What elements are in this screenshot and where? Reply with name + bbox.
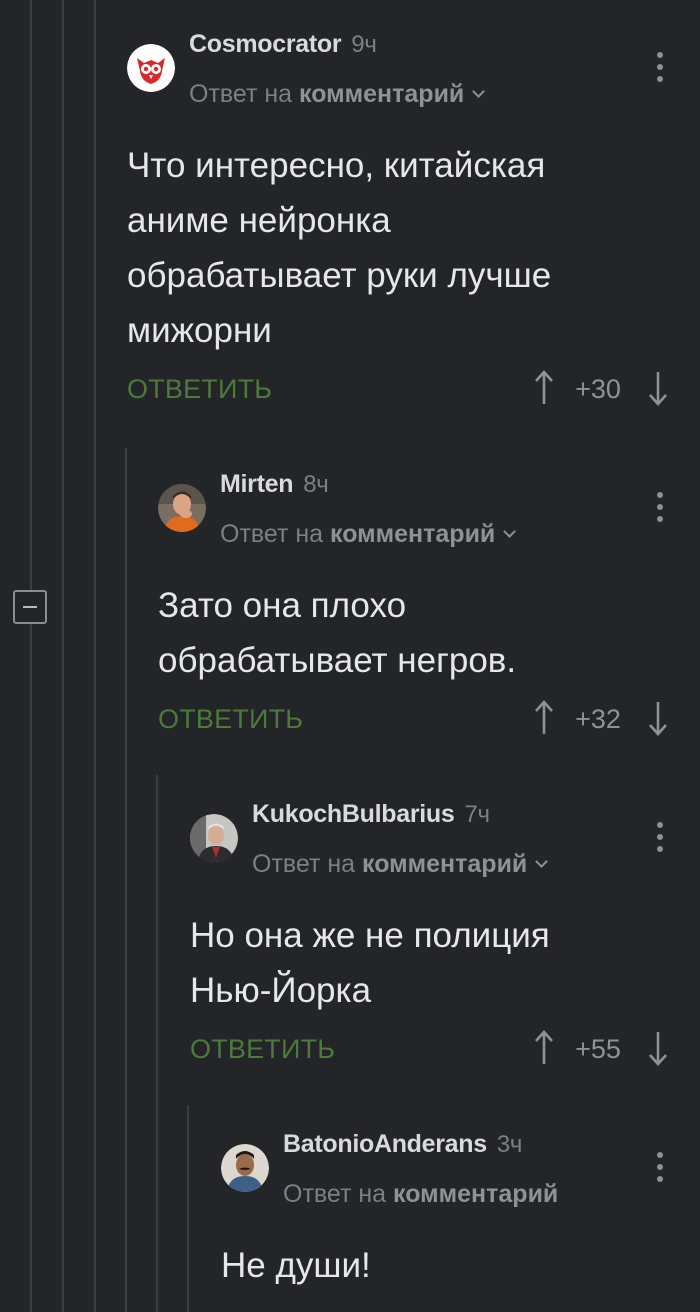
comment-time: 8ч (303, 471, 329, 498)
downvote-icon[interactable] (648, 1030, 668, 1066)
upvote-icon[interactable] (534, 370, 554, 406)
comment-thread: Cosmocrator 9ч Ответ на комментарий Что и… (0, 0, 700, 1312)
upvote-icon[interactable] (534, 700, 554, 736)
author-name[interactable]: KukochBulbarius 7ч (252, 800, 490, 829)
reply-to-link[interactable]: Ответ на комментарий (220, 520, 517, 549)
avatar[interactable] (127, 44, 175, 92)
thread-line (62, 0, 64, 1312)
reply-button[interactable]: ОТВЕТИТЬ (190, 1034, 335, 1065)
vote-controls: +32 (534, 700, 674, 740)
thread-line (187, 1105, 189, 1312)
author-label[interactable]: KukochBulbarius (252, 800, 455, 828)
reply-prefix: Ответ на (283, 1180, 387, 1208)
reply-prefix: Ответ на (189, 80, 293, 108)
comment: BatonioAnderans 3ч Ответ на комментарий Н… (221, 1100, 700, 1312)
vote-controls: +55 (534, 1030, 674, 1070)
man-suit-icon (190, 814, 238, 862)
author-name[interactable]: Cosmocrator 9ч (189, 30, 377, 59)
author-label[interactable]: BatonioAnderans (283, 1130, 487, 1158)
chevron-down-icon[interactable] (535, 855, 549, 868)
comment-time: 9ч (351, 31, 377, 58)
author-label[interactable]: Mirten (220, 470, 294, 498)
reply-to-link[interactable]: Ответ на комментарий (252, 850, 549, 879)
author-label[interactable]: Cosmocrator (189, 30, 342, 58)
score: +32 (575, 704, 621, 734)
chevron-down-icon[interactable] (472, 85, 486, 98)
score: +30 (575, 374, 621, 404)
comment: KukochBulbarius 7ч Ответ на комментарий Н… (190, 770, 700, 1090)
vote-controls: +30 (534, 370, 674, 410)
thread-line (30, 0, 32, 1312)
author-name[interactable]: Mirten 8ч (220, 470, 329, 499)
man-orange-shirt-icon (158, 484, 206, 532)
author-name[interactable]: BatonioAnderans 3ч (283, 1130, 522, 1159)
more-options-icon[interactable] (648, 52, 672, 86)
reply-to-link[interactable]: Ответ на комментарий (283, 1180, 558, 1209)
comment: Cosmocrator 9ч Ответ на комментарий Что и… (127, 0, 700, 420)
comment-text: Зато она плохо обрабатывает негров. (158, 586, 517, 680)
reply-target[interactable]: комментарий (362, 850, 527, 878)
comment-text: Не души! (221, 1246, 371, 1285)
comment-text: Что интересно, китайская аниме нейронка … (127, 146, 552, 350)
more-options-icon[interactable] (648, 822, 672, 856)
avatar[interactable] (221, 1144, 269, 1192)
reply-target[interactable]: комментарий (393, 1180, 558, 1208)
chevron-down-icon[interactable] (503, 525, 517, 538)
owl-logo-icon (127, 44, 175, 92)
reply-prefix: Ответ на (252, 850, 356, 878)
downvote-icon[interactable] (648, 370, 668, 406)
avatar[interactable] (158, 484, 206, 532)
thread-line (125, 448, 127, 1312)
reply-button[interactable]: ОТВЕТИТЬ (127, 374, 272, 405)
score: +55 (575, 1034, 621, 1064)
reply-target[interactable]: комментарий (299, 80, 464, 108)
more-options-icon[interactable] (648, 492, 672, 526)
thread-line (94, 0, 96, 1312)
avatar[interactable] (190, 814, 238, 862)
reply-target[interactable]: комментарий (330, 520, 495, 548)
comment-time: 7ч (464, 801, 490, 828)
man-mustache-icon (221, 1144, 269, 1192)
reply-button[interactable]: ОТВЕТИТЬ (158, 704, 303, 735)
downvote-icon[interactable] (648, 700, 668, 736)
reply-to-link[interactable]: Ответ на комментарий (189, 80, 486, 109)
thread-line (156, 775, 158, 1312)
comment: Mirten 8ч Ответ на комментарий Зато она п… (158, 440, 700, 760)
comment-text: Но она же не полиция Нью-Йорка (190, 916, 550, 1010)
reply-prefix: Ответ на (220, 520, 324, 548)
more-options-icon[interactable] (648, 1152, 672, 1186)
upvote-icon[interactable] (534, 1030, 554, 1066)
collapse-thread-button[interactable] (13, 590, 47, 624)
comment-time: 3ч (496, 1131, 523, 1158)
